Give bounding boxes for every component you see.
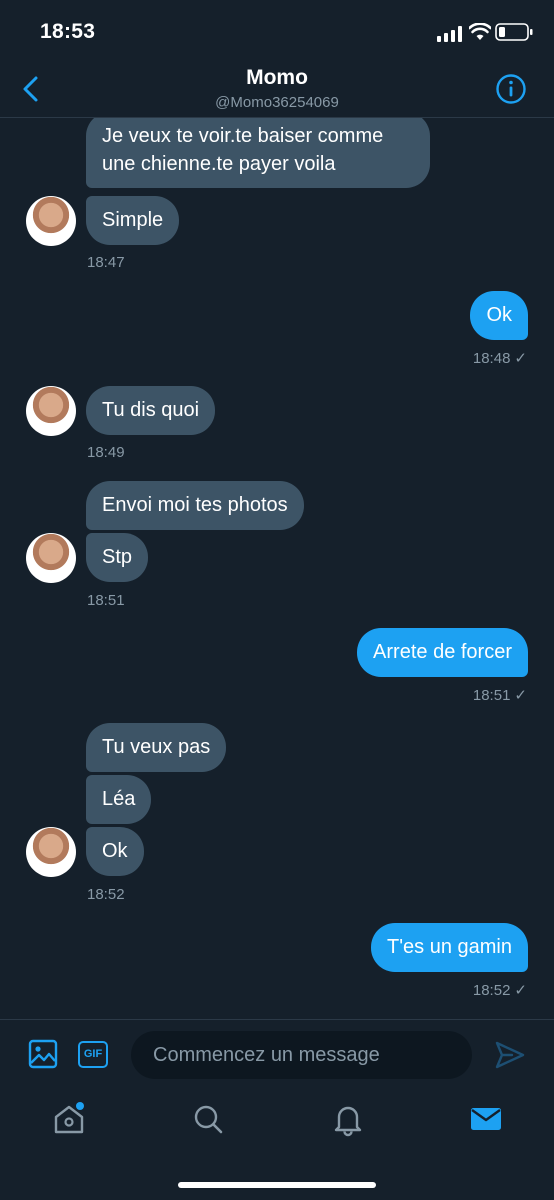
message-bubble-received[interactable]: Tu veux pas bbox=[86, 723, 227, 772]
status-bar: 18:53 bbox=[0, 0, 554, 62]
mail-icon[interactable] bbox=[468, 1101, 504, 1137]
timestamp: 18:52 bbox=[87, 886, 125, 903]
wifi-icon bbox=[469, 23, 491, 40]
timestamp-time: 18:51 bbox=[472, 687, 511, 704]
contact-name: Momo bbox=[246, 66, 308, 89]
message-composer: GIF bbox=[0, 1019, 554, 1089]
read-check-icon: ✓ bbox=[514, 350, 527, 367]
message-bubble-received[interactable]: Tu dis quoi bbox=[86, 386, 216, 435]
message-text: Léa bbox=[102, 788, 136, 810]
message-bubble-received[interactable]: Stp bbox=[86, 533, 149, 582]
message-bubble-received[interactable]: Léa bbox=[86, 775, 152, 824]
contact-handle: @Momo36254069 bbox=[215, 94, 339, 111]
signal-icon bbox=[437, 26, 462, 42]
timestamp: 18:49 bbox=[87, 444, 125, 461]
read-check-icon: ✓ bbox=[514, 687, 527, 704]
message-text: Je veux te voir.te baiser comme une chie… bbox=[102, 125, 384, 175]
bottom-nav bbox=[0, 1089, 554, 1200]
image-icon[interactable] bbox=[28, 1039, 58, 1069]
dm-screen: 18:53 Momo @Momo36254069 Je veux te voir… bbox=[0, 0, 554, 1200]
timestamp: 18:51 bbox=[87, 592, 125, 609]
message-list: Je veux te voir.te baiser comme une chie… bbox=[0, 118, 554, 1019]
message-bubble-received[interactable]: Envoi moi tes photos bbox=[86, 481, 304, 530]
notification-dot bbox=[76, 1102, 84, 1110]
message-bubble-received[interactable]: Ok bbox=[86, 827, 144, 876]
avatar[interactable] bbox=[26, 196, 76, 246]
timestamp-time: 18:52 bbox=[472, 982, 511, 999]
read-check-icon: ✓ bbox=[514, 982, 527, 999]
info-icon[interactable] bbox=[495, 73, 527, 105]
message-text: Arrete de forcer bbox=[373, 641, 512, 663]
timestamp: 18:52 ✓ bbox=[473, 981, 527, 999]
avatar[interactable] bbox=[26, 533, 76, 583]
search-icon[interactable] bbox=[190, 1101, 226, 1137]
timestamp: 18:47 bbox=[87, 254, 125, 271]
message-text: T'es un gamin bbox=[387, 936, 512, 958]
message-text: Simple bbox=[102, 209, 164, 231]
timestamp-time: 18:48 bbox=[472, 350, 511, 367]
bell-icon[interactable] bbox=[330, 1101, 366, 1137]
battery-icon bbox=[495, 23, 533, 41]
message-bubble-received[interactable]: Simple bbox=[86, 196, 180, 245]
message-bubble-sent[interactable]: Ok bbox=[470, 291, 528, 340]
avatar[interactable] bbox=[26, 827, 76, 877]
message-bubble-received[interactable]: Je veux te voir.te baiser comme une chie… bbox=[86, 118, 430, 188]
message-text: Tu veux pas bbox=[102, 736, 211, 758]
message-bubble-sent[interactable]: Arrete de forcer bbox=[357, 628, 528, 677]
message-input[interactable] bbox=[131, 1031, 472, 1079]
message-text: Stp bbox=[102, 546, 133, 568]
conversation-header: Momo @Momo36254069 bbox=[0, 62, 554, 118]
timestamp: 18:48 ✓ bbox=[473, 349, 527, 367]
send-icon[interactable] bbox=[494, 1040, 526, 1070]
status-time: 18:53 bbox=[40, 20, 96, 43]
gif-icon[interactable]: GIF bbox=[78, 1041, 108, 1068]
message-text: Ok bbox=[486, 304, 512, 326]
timestamp: 18:51 ✓ bbox=[473, 686, 527, 704]
avatar[interactable] bbox=[26, 386, 76, 436]
message-bubble-sent[interactable]: T'es un gamin bbox=[371, 923, 528, 972]
home-indicator bbox=[178, 1182, 376, 1188]
message-text: Ok bbox=[102, 840, 128, 862]
message-text: Envoi moi tes photos bbox=[102, 494, 288, 516]
message-text: Tu dis quoi bbox=[102, 399, 200, 421]
